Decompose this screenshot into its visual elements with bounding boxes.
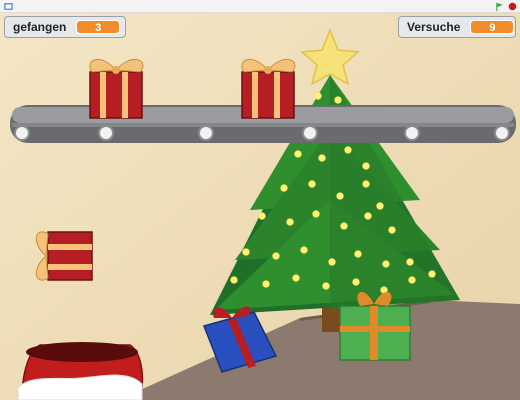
tries-value: 9 — [470, 20, 515, 34]
caught-label: gefangen — [13, 20, 67, 34]
game-stage[interactable]: gefangen 3 Versuche 9 — [0, 0, 520, 400]
scene-background — [0, 0, 520, 400]
tries-counter-monitor: Versuche 9 — [398, 16, 516, 38]
player-toolbar — [0, 0, 520, 13]
caught-value: 3 — [76, 20, 121, 34]
stop-icon[interactable] — [508, 2, 517, 11]
gift-on-belt-2 — [241, 59, 296, 119]
caught-counter-monitor: gefangen 3 — [4, 16, 126, 38]
gift-on-belt-1 — [89, 59, 144, 119]
santa-sack — [17, 342, 144, 400]
tries-label: Versuche — [407, 20, 461, 34]
fullscreen-icon[interactable] — [4, 2, 13, 11]
green-flag-icon[interactable] — [495, 2, 504, 11]
